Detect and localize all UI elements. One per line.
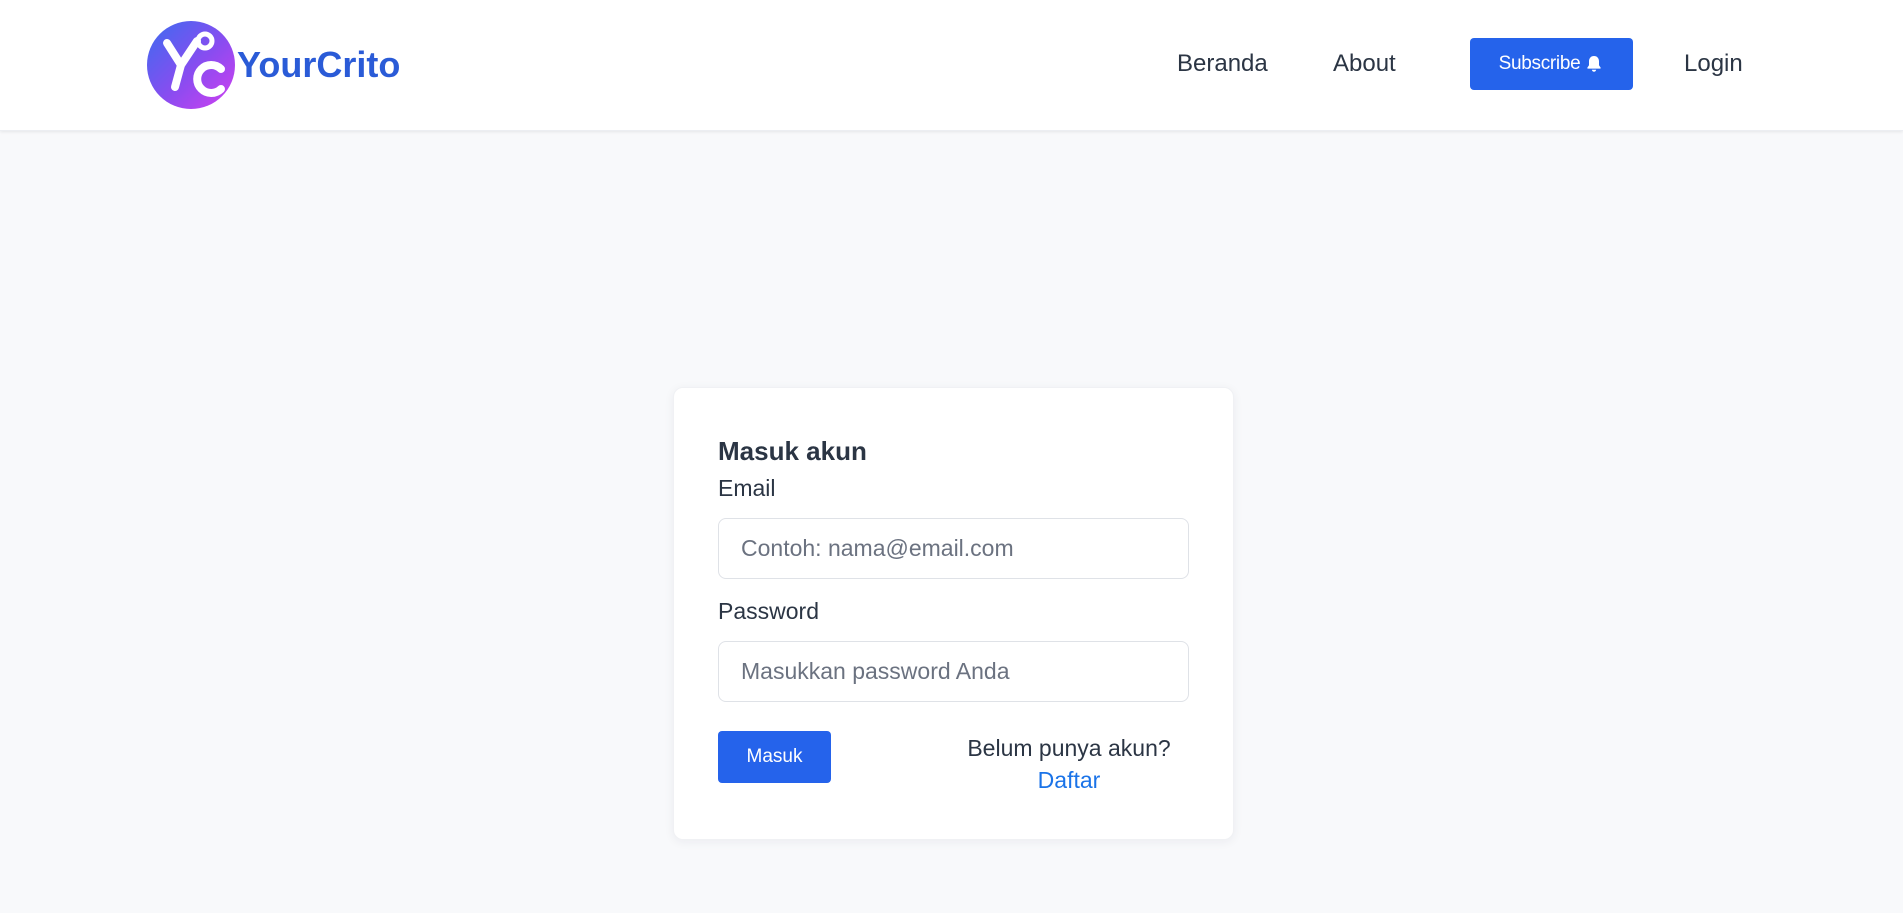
register-prompt-block: Belum punya akun? Daftar — [964, 732, 1174, 796]
password-label: Password — [718, 598, 819, 624]
nav-beranda-link[interactable]: Beranda — [1177, 38, 1268, 90]
nav-about-link[interactable]: About — [1333, 38, 1396, 90]
email-label: Email — [718, 475, 776, 501]
register-prompt: Belum punya akun? — [967, 735, 1171, 761]
login-card: Masuk akun Email Password Masuk Belum pu… — [673, 387, 1234, 840]
bell-icon — [1587, 56, 1602, 72]
login-title: Masuk akun — [718, 436, 867, 466]
navbar: YourCrito Beranda About Subscribe Login — [0, 0, 1903, 131]
password-input[interactable] — [718, 641, 1189, 702]
daftar-link[interactable]: Daftar — [964, 764, 1174, 796]
masuk-button[interactable]: Masuk — [718, 731, 831, 783]
email-input[interactable] — [718, 518, 1189, 579]
subscribe-button[interactable]: Subscribe — [1470, 38, 1633, 90]
nav-login-link[interactable]: Login — [1684, 38, 1743, 90]
main-nav: Beranda About Subscribe Login — [0, 38, 1903, 90]
subscribe-label: Subscribe — [1498, 53, 1581, 74]
